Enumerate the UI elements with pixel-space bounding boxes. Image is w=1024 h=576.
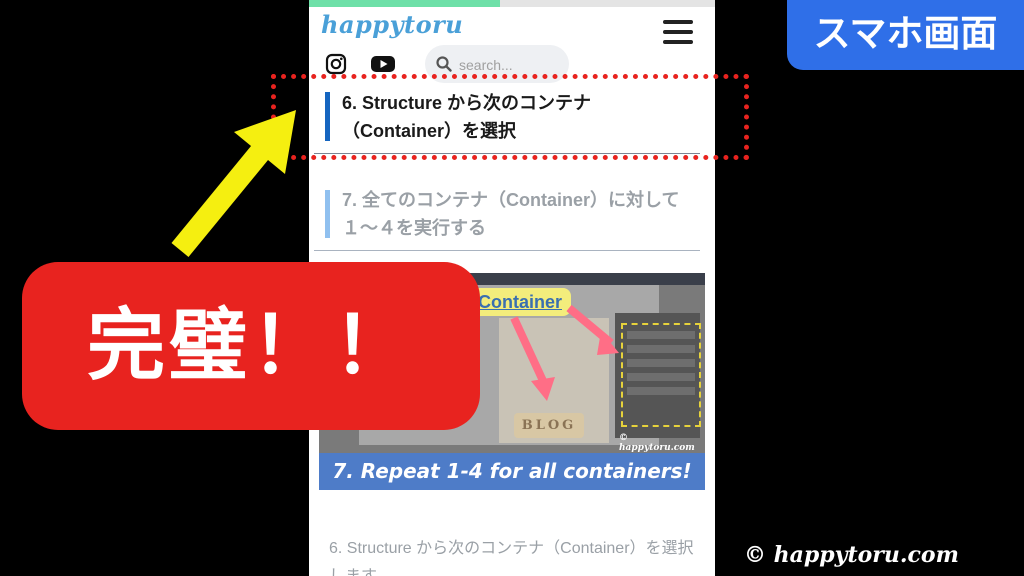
perfect-callout: 完璧！！ <box>22 262 480 430</box>
site-watermark: © happytoru.com <box>744 542 959 568</box>
smartphone-screen-badge: スマホ画面 <box>787 0 1024 70</box>
